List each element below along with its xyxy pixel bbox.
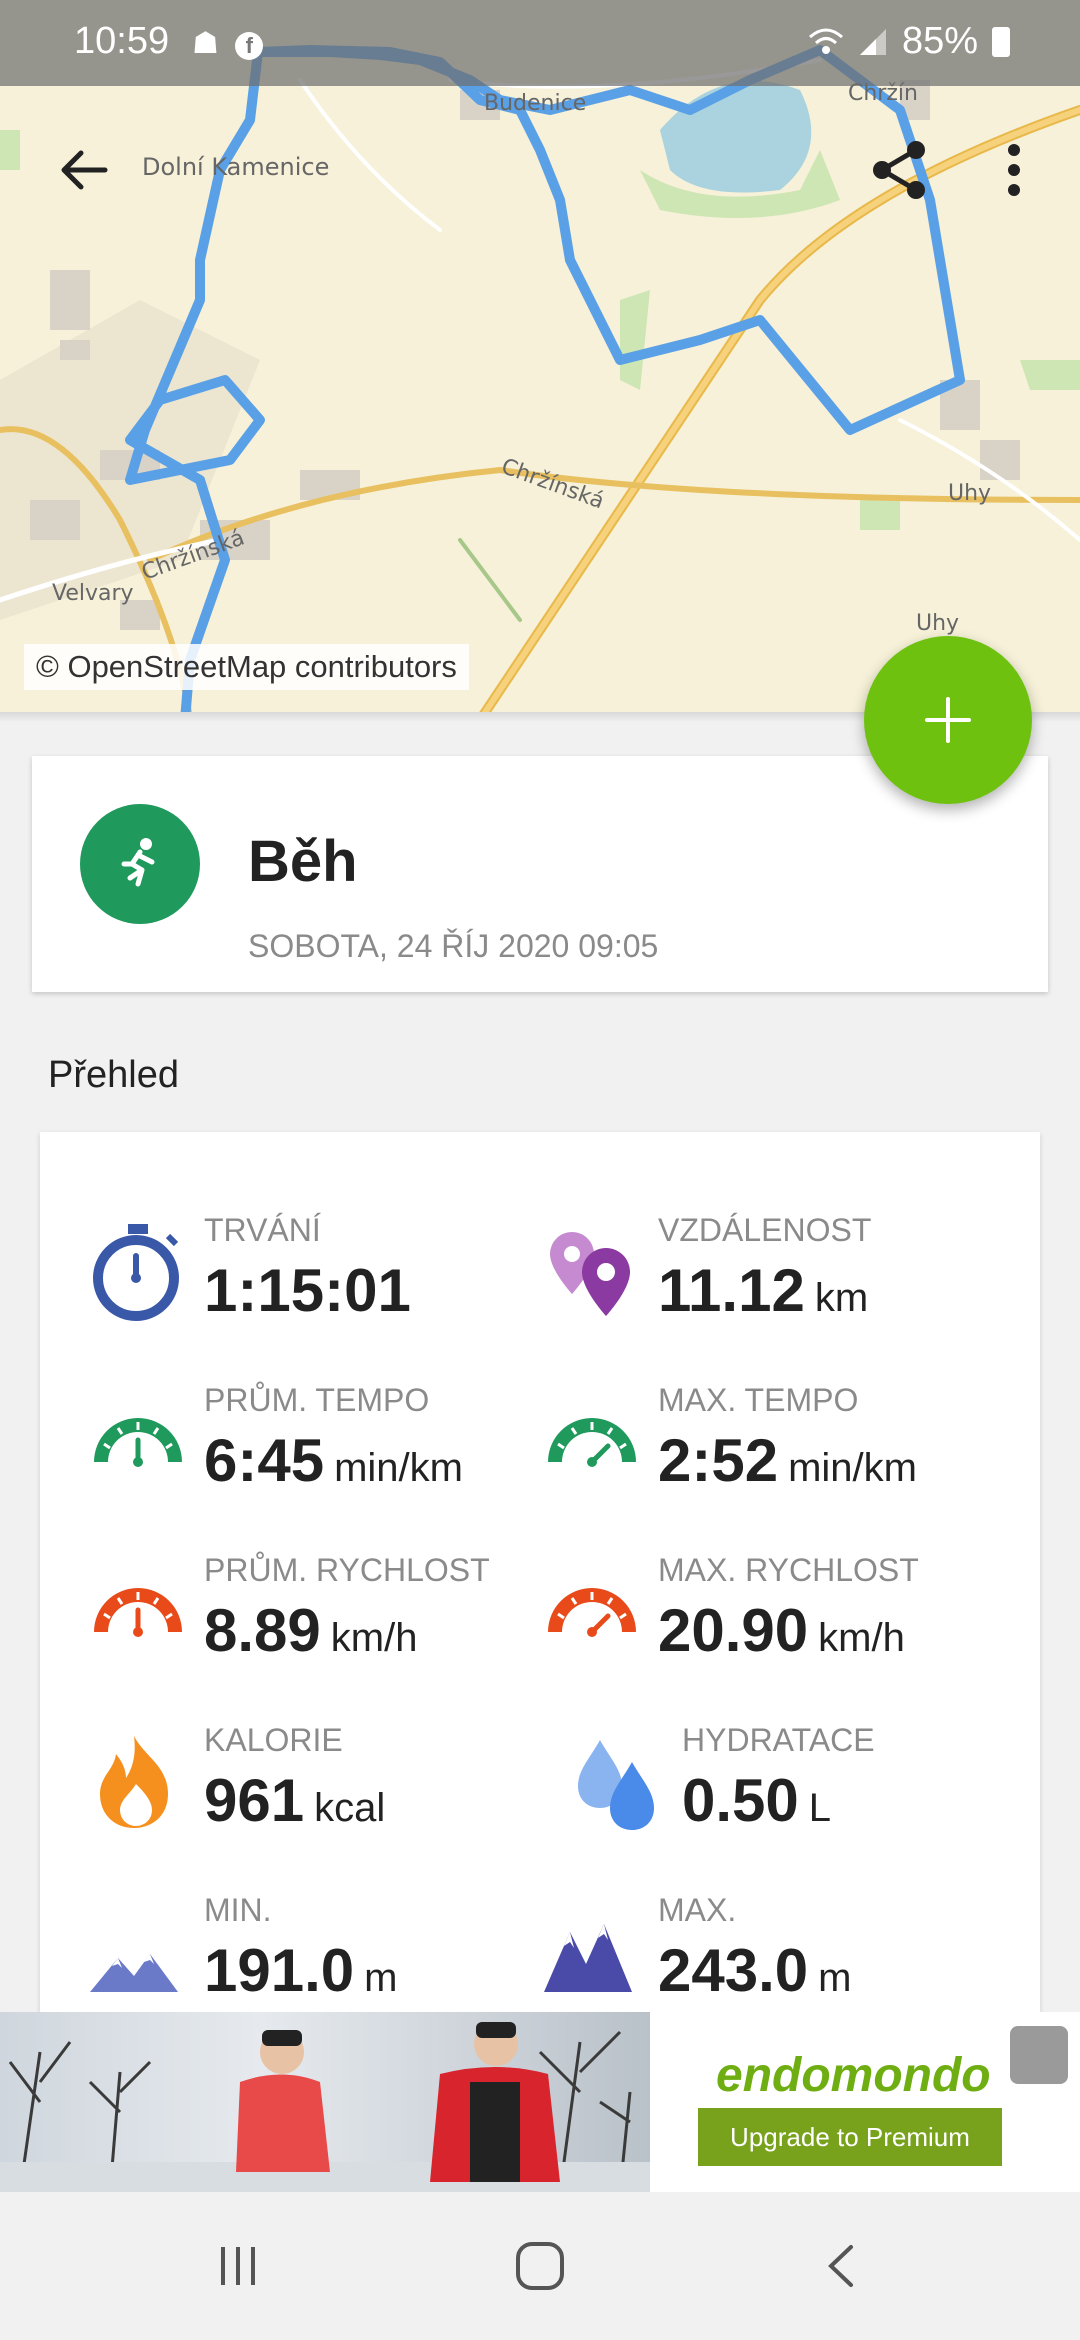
location-icon: ☗	[192, 27, 219, 60]
distance-pins-icon	[550, 1232, 630, 1316]
stat-label: PRŮM. TEMPO	[204, 1382, 430, 1418]
stat-calories: KALORIE 961 kcal	[88, 1722, 548, 1862]
stat-label: TRVÁNÍ	[204, 1212, 321, 1248]
workout-title: Běh	[248, 829, 358, 894]
stat-max-speed: MAX. RYCHLOST 20.90 km/h	[542, 1552, 1002, 1692]
recent-apps-icon	[221, 2247, 255, 2285]
water-drops-icon	[578, 1740, 654, 1830]
stat-value: 243.0 m	[658, 1937, 852, 2004]
home-icon	[516, 2242, 564, 2290]
more-vert-icon	[1008, 144, 1020, 196]
overview-title: Přehled	[48, 1054, 179, 1096]
wifi-icon	[808, 28, 843, 54]
system-navigation-bar	[0, 2192, 1080, 2340]
stat-max-altitude: MAX. 243.0 m	[542, 1892, 1002, 2012]
upgrade-premium-button[interactable]: Upgrade to Premium	[698, 2108, 1002, 2166]
stat-label: MAX. TEMPO	[658, 1382, 859, 1418]
map-label: Uhy	[916, 611, 959, 636]
arrow-left-icon	[61, 150, 108, 190]
more-options-button[interactable]	[974, 130, 1054, 210]
notification-icons: ☗ f	[192, 26, 264, 61]
map-label: Dolní Kamenice	[142, 153, 329, 181]
ad-badge-icon	[1010, 2026, 1068, 2084]
stat-value: 11.12 km	[658, 1257, 869, 1324]
recent-apps-button[interactable]	[198, 2226, 278, 2306]
stat-avg-speed: PRŮM. RYCHLOST 8.89 km/h	[88, 1552, 548, 1692]
stat-label: PRŮM. RYCHLOST	[204, 1552, 490, 1588]
signal-icon	[859, 28, 886, 55]
stat-min-altitude: MIN. 191.0 m	[88, 1892, 548, 2012]
add-fab-button[interactable]	[864, 636, 1032, 804]
min-altitude-mountains-icon	[90, 1954, 178, 1992]
chevron-left-icon	[828, 2245, 853, 2287]
stat-value: 191.0 m	[204, 1937, 398, 2004]
status-bar: 10:59 ☗ f 85%	[0, 0, 1080, 86]
stat-value: 961 kcal	[204, 1767, 386, 1834]
sport-avatar	[80, 804, 200, 924]
ad-photo	[0, 2012, 650, 2192]
stat-value: 8.89 km/h	[204, 1597, 418, 1664]
plus-icon	[925, 697, 971, 743]
stat-avg-pace: PRŮM. TEMPO 6:45 min/km	[88, 1382, 548, 1522]
workout-header-card: Běh SOBOTA, 24 ŘÍJ 2020 09:05	[32, 756, 1048, 992]
route-map[interactable]: Dolní Kamenice Chržínská Chržínská Velva…	[0, 0, 1080, 720]
map-canvas: Dolní Kamenice Chržínská Chržínská Velva…	[0, 0, 1080, 720]
max-altitude-mountains-icon	[544, 1924, 632, 1992]
home-button[interactable]	[500, 2226, 580, 2306]
stat-distance: VZDÁLENOST 11.12 km	[542, 1212, 1002, 1352]
runners-image	[0, 2022, 650, 2192]
stat-value: 1:15:01	[204, 1257, 411, 1324]
stat-label: KALORIE	[204, 1722, 343, 1758]
stat-value: 20.90 km/h	[658, 1597, 905, 1664]
stat-value: 0.50 L	[682, 1767, 832, 1834]
stat-label: HYDRATACE	[682, 1722, 875, 1758]
running-icon	[121, 838, 155, 887]
workout-date: SOBOTA, 24 ŘÍJ 2020 09:05	[248, 928, 659, 964]
map-label: Budenice	[484, 91, 586, 116]
stat-label: MAX.	[658, 1892, 737, 1928]
system-back-button[interactable]	[802, 2226, 882, 2306]
stat-value: 6:45 min/km	[204, 1427, 463, 1494]
stat-max-pace: MAX. TEMPO 2:52 min/km	[542, 1382, 1002, 1522]
share-button[interactable]	[860, 130, 940, 210]
share-icon	[873, 141, 925, 199]
status-right: 85%	[808, 20, 1010, 63]
facebook-icon: f	[235, 32, 264, 60]
stat-duration: TRVÁNÍ 1:15:01	[88, 1212, 548, 1352]
map-label: Velvary	[52, 581, 134, 606]
avg-pace-gauge-icon	[94, 1418, 182, 1467]
stat-label: MAX. RYCHLOST	[658, 1552, 919, 1588]
stopwatch-icon	[93, 1224, 179, 1321]
back-button[interactable]	[44, 130, 124, 210]
stat-hydration: HYDRATACE 0.50 L	[566, 1722, 1026, 1862]
max-speed-gauge-icon	[548, 1588, 636, 1637]
map-attribution[interactable]: © OpenStreetMap contributors	[24, 644, 469, 690]
overview-stats-card: TRVÁNÍ 1:15:01 VZDÁLENOST 11.12 km PRŮM. …	[40, 1132, 1040, 2012]
flame-icon	[100, 1736, 168, 1828]
battery-icon	[992, 26, 1010, 57]
avg-speed-gauge-icon	[94, 1588, 182, 1637]
status-time: 10:59	[74, 20, 170, 62]
max-pace-gauge-icon	[548, 1418, 636, 1467]
stat-label: VZDÁLENOST	[658, 1212, 872, 1248]
stat-value: 2:52 min/km	[658, 1427, 917, 1494]
map-label: Uhy	[948, 481, 991, 506]
premium-ad-banner[interactable]: endomondo Upgrade to Premium	[0, 2012, 1080, 2192]
battery-percent: 85%	[901, 20, 978, 62]
endomondo-logo: endomondo	[716, 2049, 991, 2102]
stat-label: MIN.	[204, 1892, 272, 1928]
